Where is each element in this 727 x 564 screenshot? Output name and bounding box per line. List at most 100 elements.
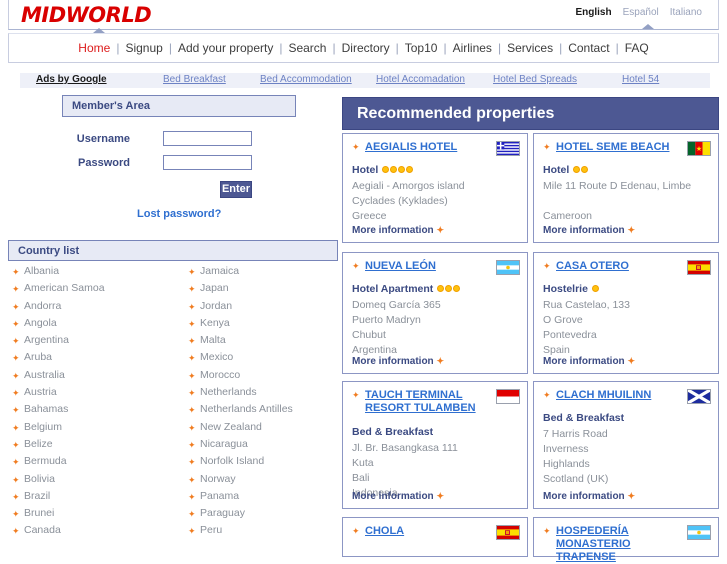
country-list-item[interactable]: ✦ Panama <box>188 488 348 505</box>
bullet-icon: ✦ <box>12 284 20 295</box>
country-list-header: Country list <box>8 240 338 261</box>
nav-separator: | <box>168 41 172 55</box>
more-information-link[interactable]: More information ✦ <box>352 491 444 502</box>
country-list-item[interactable]: ✦ Mexico <box>188 349 348 366</box>
language-switcher[interactable]: English Español Italiano <box>564 7 702 18</box>
property-card[interactable]: ✦ TAUCH TERMINAL RESORT TULAMBEN Bed & Bre… <box>342 381 528 509</box>
bullet-icon: ✦ <box>543 390 551 400</box>
bullet-icon: ✦ <box>12 388 20 399</box>
property-card[interactable]: ✦ CLACH MHUILINN Bed & Breakfast 7 Harris … <box>533 381 719 509</box>
bullet-icon: ✦ <box>352 526 360 536</box>
property-name-link[interactable]: AEGIALIS HOTEL <box>365 141 491 154</box>
country-list-item[interactable]: ✦ Malta <box>188 332 348 349</box>
nav-item-faq[interactable]: FAQ <box>624 41 650 55</box>
ad-link-hotel-bed-spreads[interactable]: Hotel Bed Spreads <box>493 74 577 85</box>
nav-item-contact[interactable]: Contact <box>567 41 610 55</box>
property-name-link[interactable]: CHOLA <box>365 525 491 538</box>
property-name-link[interactable]: TAUCH TERMINAL RESORT TULAMBEN <box>365 389 491 415</box>
language-option-español[interactable]: Español <box>623 7 659 18</box>
country-list-item[interactable]: ✦ Belgium <box>12 419 172 436</box>
nav-item-search[interactable]: Search <box>287 41 327 55</box>
nav-item-add-your-property[interactable]: Add your property <box>177 41 274 55</box>
country-list-item[interactable]: ✦ Aruba <box>12 349 172 366</box>
enter-button[interactable]: Enter <box>220 181 252 198</box>
bullet-icon: ✦ <box>12 439 20 450</box>
more-information-link[interactable]: More information ✦ <box>352 225 444 236</box>
country-list-item[interactable]: ✦ Belize <box>12 436 172 453</box>
more-information-link[interactable]: More information ✦ <box>543 356 635 367</box>
bullet-icon: ✦ <box>188 405 196 416</box>
scotland-flag <box>687 389 711 404</box>
country-list-item[interactable]: ✦ Norfolk Island <box>188 453 348 470</box>
property-name-link[interactable]: CLACH MHUILINN <box>556 389 682 402</box>
lost-password-link[interactable]: Lost password? <box>137 208 221 220</box>
country-list-item[interactable]: ✦ Brazil <box>12 488 172 505</box>
nav-item-top10[interactable]: Top10 <box>404 41 439 55</box>
nav-item-airlines[interactable]: Airlines <box>452 41 493 55</box>
nav-item-home[interactable]: Home <box>77 41 111 55</box>
country-list-item[interactable]: ✦ Bahamas <box>12 401 172 418</box>
country-list-item[interactable]: ✦ Australia <box>12 367 172 384</box>
property-address-line: Highlands <box>543 458 590 470</box>
country-list-item[interactable]: ✦ Morocco <box>188 367 348 384</box>
bullet-icon: ✦ <box>627 356 635 366</box>
main-navigation[interactable]: Home | Signup | Add your property | Search | Dir… <box>8 33 719 63</box>
bullet-icon: ✦ <box>543 261 551 271</box>
ad-link-hotel-54[interactable]: Hotel 54 <box>622 74 659 85</box>
country-name: Peru <box>200 524 223 537</box>
country-list-item[interactable]: ✦ Netherlands Antilles <box>188 401 348 418</box>
property-name-link[interactable]: CASA OTERO <box>556 260 682 273</box>
bullet-icon: ✦ <box>188 318 196 329</box>
country-list-item[interactable]: ✦ Nicaragua <box>188 436 348 453</box>
nav-separator: | <box>332 41 336 55</box>
country-list-item[interactable]: ✦ American Samoa <box>12 280 172 297</box>
country-list-item[interactable]: ✦ Kenya <box>188 315 348 332</box>
language-option-english[interactable]: English <box>575 7 611 18</box>
country-list-item[interactable]: ✦ Bermuda <box>12 453 172 470</box>
language-option-italiano[interactable]: Italiano <box>670 7 702 18</box>
property-card[interactable]: ✦ HOTEL SEME BEACH ★ Hotel Mile 11 Route D … <box>533 133 719 243</box>
property-name-link[interactable]: HOTEL SEME BEACH <box>556 141 682 154</box>
username-input[interactable] <box>163 131 252 146</box>
password-input[interactable] <box>163 155 252 170</box>
property-card[interactable]: ✦ CHOLA <box>342 517 528 557</box>
ad-link-bed-accommodation[interactable]: Bed Accommodation <box>260 74 352 85</box>
nav-item-directory[interactable]: Directory <box>341 41 391 55</box>
country-list-item[interactable]: ✦ Austria <box>12 384 172 401</box>
ad-link-bed-breakfast[interactable]: Bed Breakfast <box>163 74 226 85</box>
country-list-item[interactable]: ✦ Paraguay <box>188 505 348 522</box>
more-information-link[interactable]: More information ✦ <box>543 491 635 502</box>
ads-by-google-label[interactable]: Ads by Google <box>36 74 107 85</box>
country-list-item[interactable]: ✦ Argentina <box>12 332 172 349</box>
property-card[interactable]: ✦ AEGIALIS HOTEL Hotel Aegiali - Amorgos i… <box>342 133 528 243</box>
nav-item-signup[interactable]: Signup <box>124 41 163 55</box>
country-list-item[interactable]: ✦ Norway <box>188 471 348 488</box>
country-list-item[interactable]: ✦ New Zealand <box>188 419 348 436</box>
rating-dot-icon <box>591 285 599 292</box>
more-information-link[interactable]: More information ✦ <box>543 225 635 236</box>
country-list-item[interactable]: ✦ Angola <box>12 315 172 332</box>
bullet-icon: ✦ <box>188 439 196 450</box>
rating-dot-icon <box>406 166 414 173</box>
country-list-item[interactable]: ✦ Brunei <box>12 505 172 522</box>
country-list-item[interactable]: ✦ Bolivia <box>12 471 172 488</box>
country-list-item[interactable]: ✦ Jamaica <box>188 263 348 280</box>
country-list-item[interactable]: ✦ Japan <box>188 280 348 297</box>
more-information-link[interactable]: More information ✦ <box>352 356 444 367</box>
country-list-item[interactable]: ✦ Albania <box>12 263 172 280</box>
country-name: Netherlands Antilles <box>200 403 293 416</box>
property-card[interactable]: ✦ HOSPEDERÍA MONASTERIO TRAPENSE <box>533 517 719 563</box>
property-address-line: Chubut <box>352 329 386 341</box>
nav-item-services[interactable]: Services <box>506 41 554 55</box>
property-card[interactable]: ✦ NUEVA LEÓN Hotel Apartment Domeq García … <box>342 252 528 374</box>
property-type: Hotel Apartment <box>352 283 461 295</box>
country-list-item[interactable]: ✦ Andorra <box>12 298 172 315</box>
ad-link-hotel-accomadation[interactable]: Hotel Accomadation <box>376 74 465 85</box>
country-list-item[interactable]: ✦ Jordan <box>188 298 348 315</box>
country-list-item[interactable]: ✦ Canada <box>12 522 172 539</box>
country-list-item[interactable]: ✦ Netherlands <box>188 384 348 401</box>
country-list-item[interactable]: ✦ Peru <box>188 522 348 539</box>
property-address-line: Bali <box>352 472 370 484</box>
property-name-link[interactable]: NUEVA LEÓN <box>365 260 491 273</box>
property-card[interactable]: ✦ CASA OTERO Hostelrie Rua Castelao, 133 O … <box>533 252 719 374</box>
